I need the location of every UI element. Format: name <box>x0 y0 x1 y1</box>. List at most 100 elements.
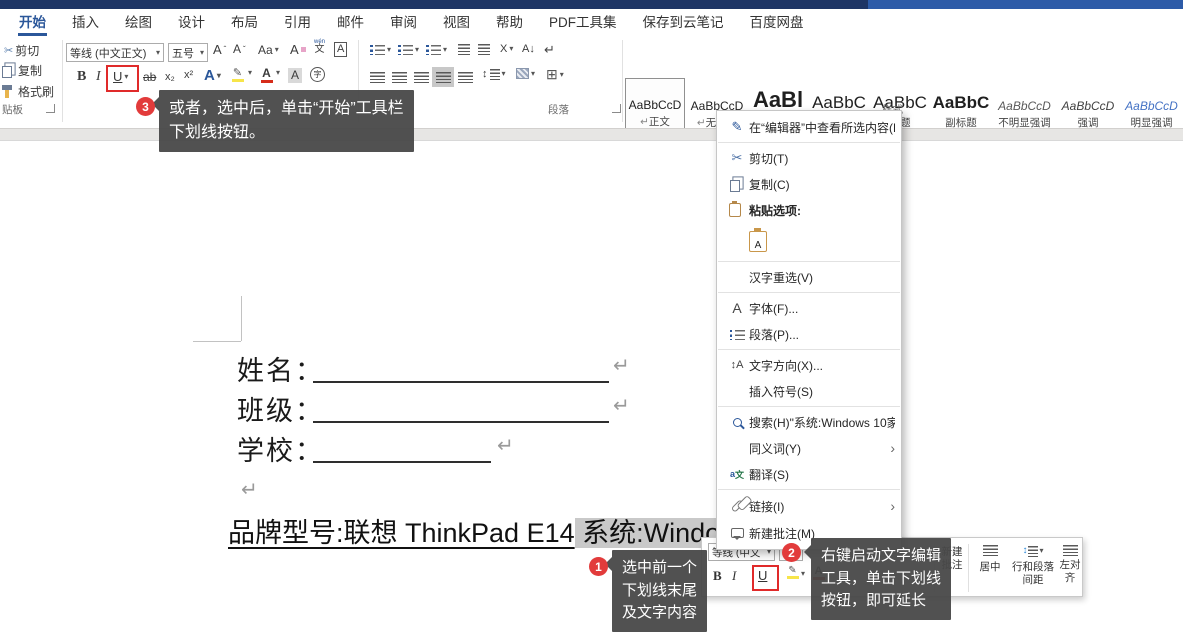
text-effects-button[interactable]: A ▾ <box>204 67 221 84</box>
tab-design[interactable]: 设计 <box>165 9 218 36</box>
increase-indent-button[interactable] <box>478 44 490 55</box>
menu-font[interactable]: A 字体(F)... <box>717 295 901 321</box>
format-painter-button[interactable]: 格式刷 <box>2 83 54 100</box>
mini-align-left-button[interactable]: 左对 齐 <box>1058 545 1082 585</box>
mini-highlight-caret[interactable]: ▾ <box>801 570 805 578</box>
phonetic-guide-button[interactable]: wén 文 <box>314 39 325 55</box>
tab-pdf-tools[interactable]: PDF工具集 <box>536 9 630 36</box>
chevron-down-icon: ▾ <box>509 45 513 53</box>
style-normal[interactable]: AaBbCcD ↵正文 <box>625 78 685 134</box>
clipboard-dialog-launcher-icon[interactable] <box>46 104 55 113</box>
highlight-color-bar <box>232 79 244 82</box>
menu-link[interactable]: 链接(I) › <box>717 492 901 520</box>
change-case-button[interactable]: Aa ▾ <box>258 43 279 57</box>
tab-review[interactable]: 审阅 <box>377 9 430 36</box>
tab-mailings[interactable]: 邮件 <box>324 9 377 36</box>
tab-home[interactable]: 开始 <box>6 9 59 36</box>
mini-italic-button[interactable]: I <box>732 568 736 584</box>
menu-label: 搜索(H)"系统:Windows 10家" <box>749 414 895 431</box>
distribute-button[interactable] <box>454 67 476 87</box>
menu-translate[interactable]: a文 翻译(S) <box>717 461 901 487</box>
tab-draw[interactable]: 绘图 <box>112 9 165 36</box>
tab-save-to-cloud-notes[interactable]: 保存到云笔记 <box>630 9 737 36</box>
enclose-characters-button[interactable]: 字 <box>310 67 325 82</box>
font-name-combo[interactable]: 等线 (中文正文) ▾ <box>66 43 164 62</box>
paragraph-dialog-launcher-icon[interactable] <box>612 104 621 113</box>
character-shading-button[interactable]: A <box>288 68 302 83</box>
menu-copy[interactable]: 复制(C) <box>717 171 901 197</box>
italic-label: I <box>96 69 101 85</box>
mini-highlight-button[interactable]: ✎ <box>786 565 799 579</box>
bullets-icon <box>370 44 385 55</box>
decrease-indent-button[interactable] <box>458 44 470 55</box>
menu-text-direction[interactable]: ↕A 文字方向(X)... <box>717 352 901 378</box>
style-subtitle[interactable]: AaBbC 副标题 <box>932 78 990 134</box>
grow-caret-icon: ˆ <box>224 45 227 54</box>
justify-button[interactable] <box>432 67 454 87</box>
subscript-label: x₂ <box>165 71 175 83</box>
paragraph-mark: ↵ <box>241 477 258 502</box>
highlight-color-button[interactable]: ✎ <box>231 66 244 82</box>
copy-button[interactable]: 复制 <box>2 62 42 79</box>
italic-button[interactable]: I <box>96 69 101 85</box>
character-border-button[interactable]: A <box>334 42 347 57</box>
font-size-combo[interactable]: 五号 ▾ <box>168 43 208 62</box>
borders-button[interactable]: ⊞ ▾ <box>546 66 564 83</box>
search-icon <box>725 418 749 427</box>
menu-view-in-editor[interactable]: ✎ 在“编辑器”中查看所选内容(E) <box>717 114 901 140</box>
tab-help[interactable]: 帮助 <box>483 9 536 36</box>
highlight-caret[interactable]: ▾ <box>248 69 252 77</box>
menu-insert-symbol[interactable]: 插入符号(S) <box>717 378 901 404</box>
asian-layout-button[interactable]: X ▾ <box>500 43 513 55</box>
menu-label: 段落(P)... <box>749 326 895 343</box>
grow-font-button[interactable]: Aˆ <box>213 42 226 57</box>
menu-reselect-hanzi[interactable]: 汉字重选(V) <box>717 264 901 290</box>
tab-view[interactable]: 视图 <box>430 9 483 36</box>
superscript-button[interactable]: x² <box>184 69 193 81</box>
clear-formatting-button[interactable]: A <box>290 42 306 57</box>
font-color-button[interactable]: A <box>260 66 273 83</box>
highlight-color-bar <box>787 576 799 579</box>
line-spacing-button[interactable]: ↕ ▾ <box>482 68 506 80</box>
style-subtle-emphasis[interactable]: AaBbCcD 不明显强调 <box>993 78 1056 134</box>
tab-references[interactable]: 引用 <box>271 9 324 36</box>
callout-text: 或者，选中后，单击“开始”工具栏 <box>169 97 404 121</box>
font-color-caret[interactable]: ▾ <box>276 69 280 77</box>
menu-synonyms[interactable]: 同义词(Y) › <box>717 435 901 461</box>
tab-layout[interactable]: 布局 <box>218 9 271 36</box>
mini-line-spacing-button[interactable]: ↕ ▾ 行和段落 间距 <box>1010 545 1056 587</box>
style-emphasis[interactable]: AaBbCcD 强调 <box>1059 78 1117 134</box>
align-center-icon <box>392 72 407 83</box>
mini-bold-button[interactable]: B <box>713 568 722 584</box>
align-right-button[interactable] <box>410 67 432 87</box>
numbering-button[interactable]: ▾ <box>398 44 419 55</box>
align-center-button[interactable] <box>388 67 410 87</box>
subscript-button[interactable]: x₂ <box>165 71 175 83</box>
paste-keep-text-option[interactable]: A <box>717 223 901 259</box>
menu-label: 插入符号(S) <box>749 383 895 400</box>
superscript-label: x² <box>184 69 193 81</box>
phonetic-bottom-label: 文 <box>315 45 325 55</box>
shrink-font-button[interactable]: Aˇ <box>233 42 246 56</box>
cut-button[interactable]: ✂ 剪切 <box>4 42 39 59</box>
multilevel-list-button[interactable]: ▾ <box>426 44 447 55</box>
mini-center-button[interactable]: 居中 <box>972 545 1008 574</box>
shading-icon <box>516 68 529 79</box>
shading-button[interactable]: ▾ <box>516 68 535 79</box>
style-intense-emphasis[interactable]: AaBbCcD 明显强调 <box>1120 78 1183 134</box>
tab-insert[interactable]: 插入 <box>59 9 112 36</box>
menu-search[interactable]: 搜索(H)"系统:Windows 10家" <box>717 409 901 435</box>
paragraph-mark: ↵ <box>613 353 630 378</box>
show-marks-button[interactable]: ↵ <box>544 42 555 58</box>
menu-paragraph[interactable]: 段落(P)... <box>717 321 901 347</box>
menu-cut[interactable]: ✂ 剪切(T) <box>717 145 901 171</box>
sort-button[interactable]: A↓ <box>522 43 535 55</box>
pilcrow-icon: ↵ <box>640 116 649 128</box>
style-preview: AaBbCcD <box>998 99 1051 113</box>
align-left-button[interactable] <box>366 67 388 87</box>
strikethrough-button[interactable]: ab <box>143 70 156 84</box>
chevron-down-icon: ▾ <box>200 49 204 57</box>
bullets-button[interactable]: ▾ <box>370 44 391 55</box>
tab-baidu-netdisk[interactable]: 百度网盘 <box>737 9 817 36</box>
bold-button[interactable]: B <box>77 69 86 85</box>
